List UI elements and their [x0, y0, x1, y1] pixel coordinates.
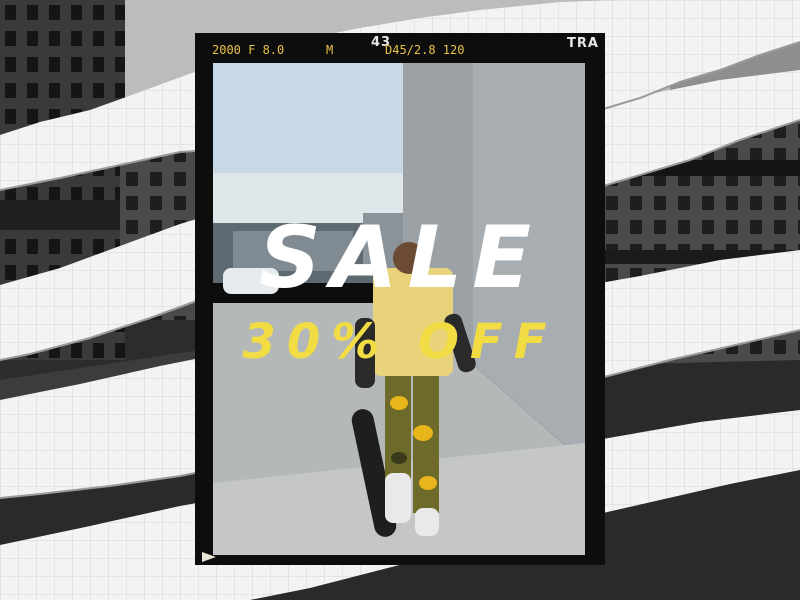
film-advance-arrow-icon: [202, 552, 216, 562]
skater-photo: [213, 63, 585, 555]
exposure-marking: 2000 F 8.0: [212, 43, 285, 57]
discount-text: 30% OFF: [242, 314, 558, 370]
sale-poster: 43 2000 F 8.0 M D45/2.8 120 TRA SALE 30%…: [0, 0, 800, 600]
lens-marking: D45/2.8 120: [385, 43, 465, 57]
film-edge-markings: 43 2000 F 8.0 M D45/2.8 120 TRA: [195, 33, 605, 59]
sale-headline: SALE: [258, 208, 542, 308]
mode-marking: M: [326, 43, 334, 57]
edge-marking: TRA: [567, 36, 599, 51]
